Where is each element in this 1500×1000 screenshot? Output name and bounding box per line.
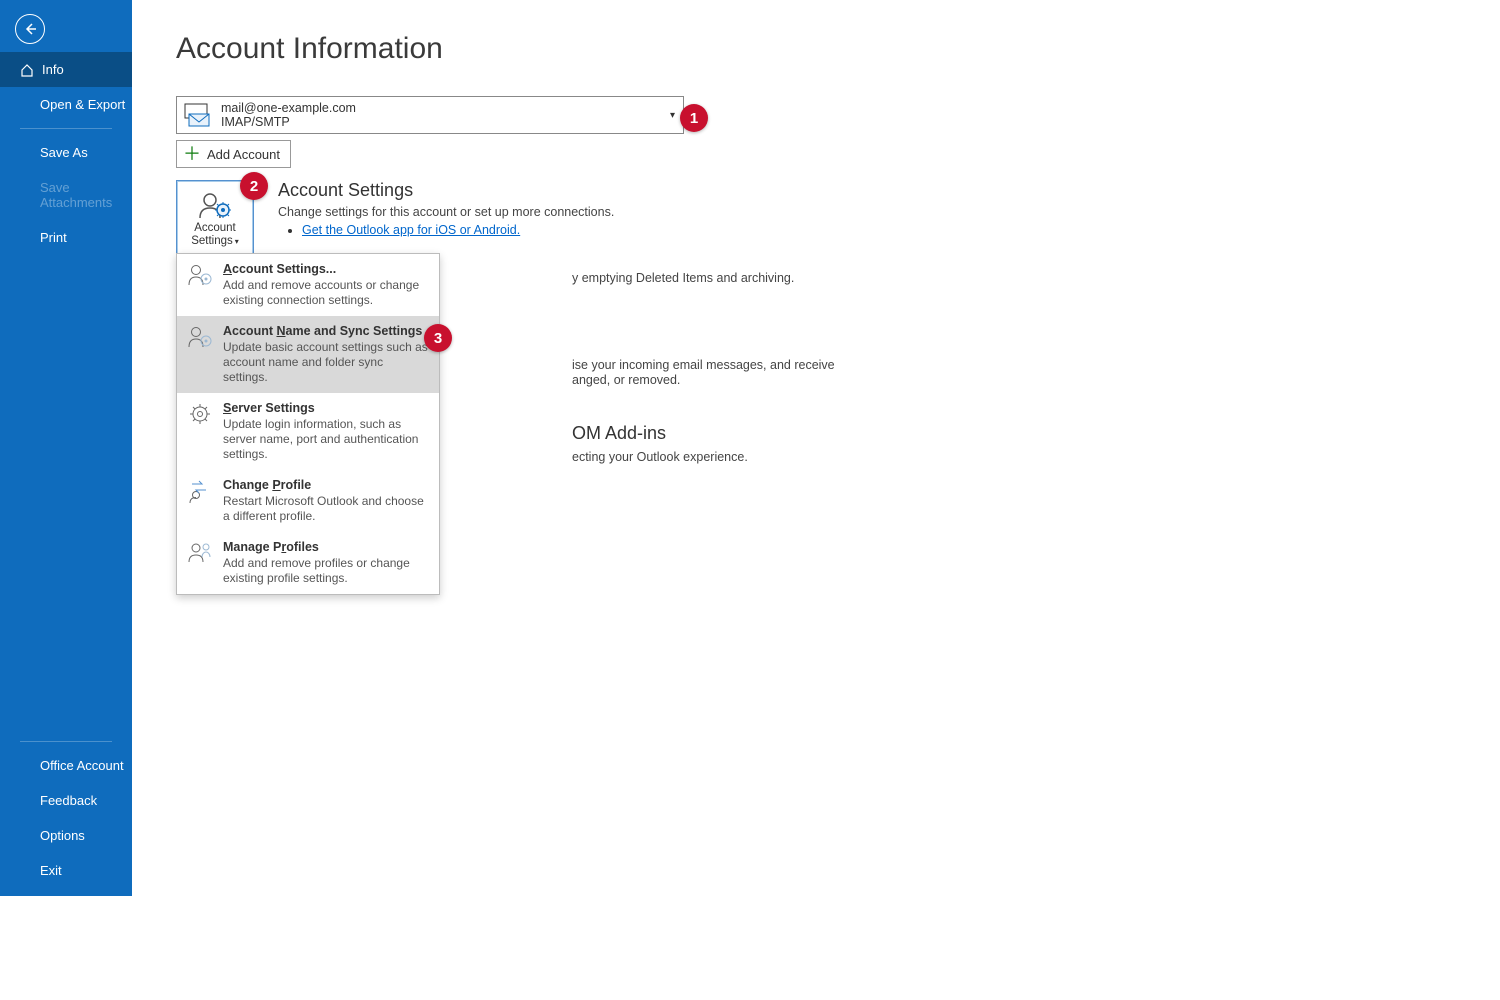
- menu-item-title: Account Settings...: [223, 262, 429, 276]
- account-settings-menu: Account Settings... Add and remove accou…: [176, 253, 440, 595]
- sidebar-item-print[interactable]: Print: [0, 220, 132, 255]
- menu-item-change-profile[interactable]: Change Profile Restart Microsoft Outlook…: [177, 470, 439, 532]
- menu-item-desc: Restart Microsoft Outlook and choose a d…: [223, 494, 429, 524]
- menu-item-server-settings[interactable]: Server Settings Update login information…: [177, 393, 439, 470]
- account-protocol: IMAP/SMTP: [221, 115, 356, 129]
- peek-text: anged, or removed.: [572, 373, 680, 387]
- sidebar-item-office-account[interactable]: Office Account: [0, 748, 132, 783]
- add-account-label: Add Account: [207, 147, 280, 162]
- menu-item-manage-profiles[interactable]: Manage Profiles Add and remove profiles …: [177, 532, 439, 594]
- peek-text: y emptying Deleted Items and archiving.: [572, 271, 794, 285]
- chevron-down-icon: ▾: [670, 110, 675, 121]
- sidebar-label-info: Info: [42, 62, 64, 77]
- get-outlook-app-link[interactable]: Get the Outlook app for iOS or Android.: [302, 223, 520, 237]
- peek-heading: OM Add-ins: [572, 423, 666, 444]
- gear-icon: [187, 401, 213, 427]
- sidebar-item-feedback[interactable]: Feedback: [0, 783, 132, 818]
- profiles-icon: [187, 540, 213, 566]
- section-heading-account-settings: Account Settings: [278, 180, 614, 201]
- menu-item-title: Server Settings: [223, 401, 429, 415]
- backstage-sidebar: Info Open & Export Save As Save Attachme…: [0, 0, 132, 896]
- menu-item-title: Account Name and Sync Settings: [223, 324, 429, 338]
- sidebar-item-open-export[interactable]: Open & Export: [0, 87, 132, 122]
- account-settings-icon: [198, 190, 232, 220]
- account-email: mail@one-example.com: [221, 101, 356, 115]
- sidebar-divider: [20, 741, 112, 742]
- callout-badge-1: 1: [680, 104, 708, 132]
- profile-swap-icon: [187, 478, 213, 504]
- sidebar-item-save-attachments: Save Attachments: [0, 170, 132, 220]
- home-icon: [20, 63, 34, 77]
- section-subtext: Change settings for this account or set …: [278, 205, 614, 219]
- add-account-button[interactable]: ＋ Add Account: [176, 140, 291, 168]
- sidebar-item-info[interactable]: Info: [0, 52, 132, 87]
- menu-item-title: Manage Profiles: [223, 540, 429, 554]
- sidebar-divider: [20, 128, 112, 129]
- menu-item-title: Change Profile: [223, 478, 429, 492]
- menu-item-account-settings[interactable]: Account Settings... Add and remove accou…: [177, 254, 439, 316]
- plus-icon: ＋: [183, 145, 201, 163]
- mail-account-icon: [183, 102, 211, 128]
- back-button[interactable]: [15, 14, 45, 44]
- menu-item-desc: Add and remove profiles or change existi…: [223, 556, 429, 586]
- callout-badge-3: 3: [424, 324, 452, 352]
- sidebar-item-exit[interactable]: Exit: [0, 853, 132, 888]
- menu-item-account-name-sync[interactable]: Account Name and Sync Settings Update ba…: [177, 316, 439, 393]
- tile-label: Account Settings▾: [191, 222, 239, 248]
- account-sync-icon: [187, 324, 213, 350]
- sidebar-item-save-as[interactable]: Save As: [0, 135, 132, 170]
- account-settings-icon: [187, 262, 213, 288]
- peek-text: ecting your Outlook experience.: [572, 450, 748, 464]
- menu-item-desc: Add and remove accounts or change existi…: [223, 278, 429, 308]
- callout-badge-2: 2: [240, 172, 268, 200]
- sidebar-item-options[interactable]: Options: [0, 818, 132, 853]
- menu-item-desc: Update login information, such as server…: [223, 417, 429, 462]
- account-select-dropdown[interactable]: mail@one-example.com IMAP/SMTP ▾: [176, 96, 684, 134]
- menu-item-desc: Update basic account settings such as ac…: [223, 340, 429, 385]
- peek-text: ise your incoming email messages, and re…: [572, 358, 835, 372]
- page-title: Account Information: [176, 32, 1300, 66]
